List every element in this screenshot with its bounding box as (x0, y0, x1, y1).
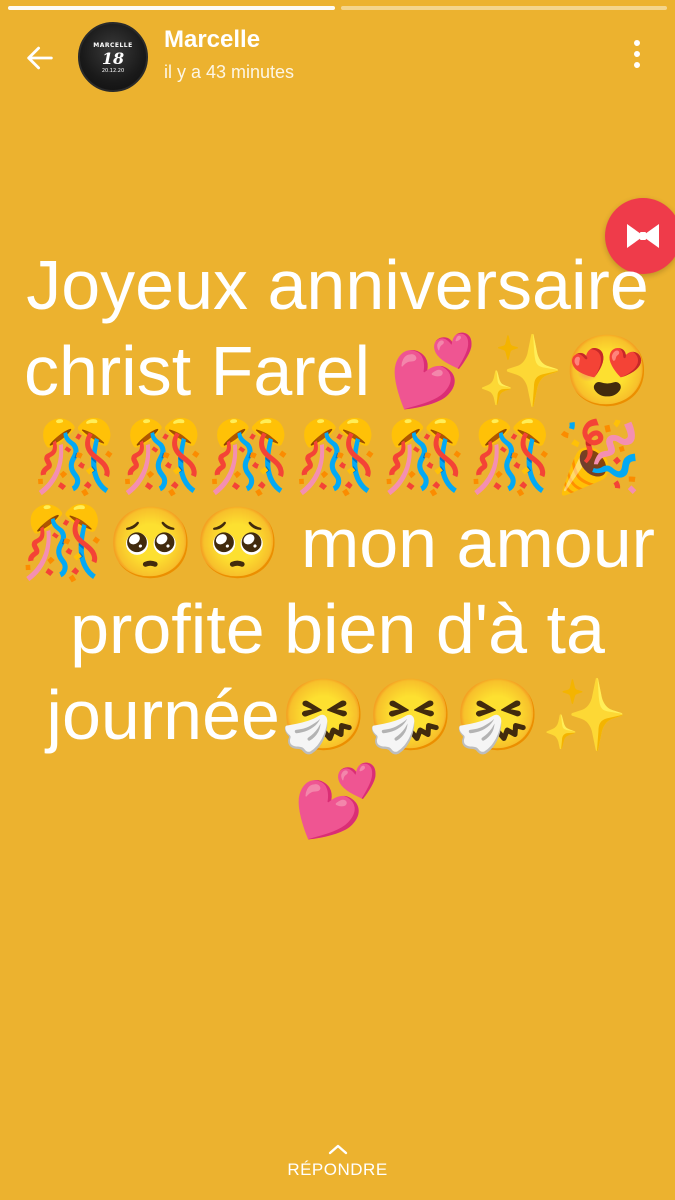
reply-label: RÉPONDRE (287, 1160, 388, 1179)
more-options-button[interactable] (619, 34, 655, 74)
avatar-jersey-number: 18 (101, 49, 125, 68)
chevron-up-icon (328, 1144, 347, 1155)
status-header: MARCELLE 18 20.12.20 Marcelle il y a 43 … (0, 20, 675, 92)
status-text: Joyeux anniversaire christ Farel 💕✨😍🎊🎊🎊🎊… (20, 246, 655, 840)
arrow-left-icon (27, 46, 53, 70)
story-progress-bar (8, 6, 667, 10)
avatar[interactable]: MARCELLE 18 20.12.20 (78, 22, 148, 92)
reply-button[interactable]: RÉPONDRE (0, 1142, 675, 1180)
status-timestamp: il y a 43 minutes (164, 62, 295, 82)
more-vertical-icon (634, 40, 640, 68)
contact-name[interactable]: Marcelle (164, 26, 260, 54)
avatar-jersey-date: 20.12.20 (101, 68, 125, 74)
story-progress-segment-remaining (340, 6, 667, 10)
back-button[interactable] (18, 36, 62, 80)
avatar-jersey-name: MARCELLE (93, 42, 133, 49)
status-viewer: MARCELLE 18 20.12.20 Marcelle il y a 43 … (0, 0, 675, 1200)
story-progress-segment-viewed (8, 6, 335, 10)
